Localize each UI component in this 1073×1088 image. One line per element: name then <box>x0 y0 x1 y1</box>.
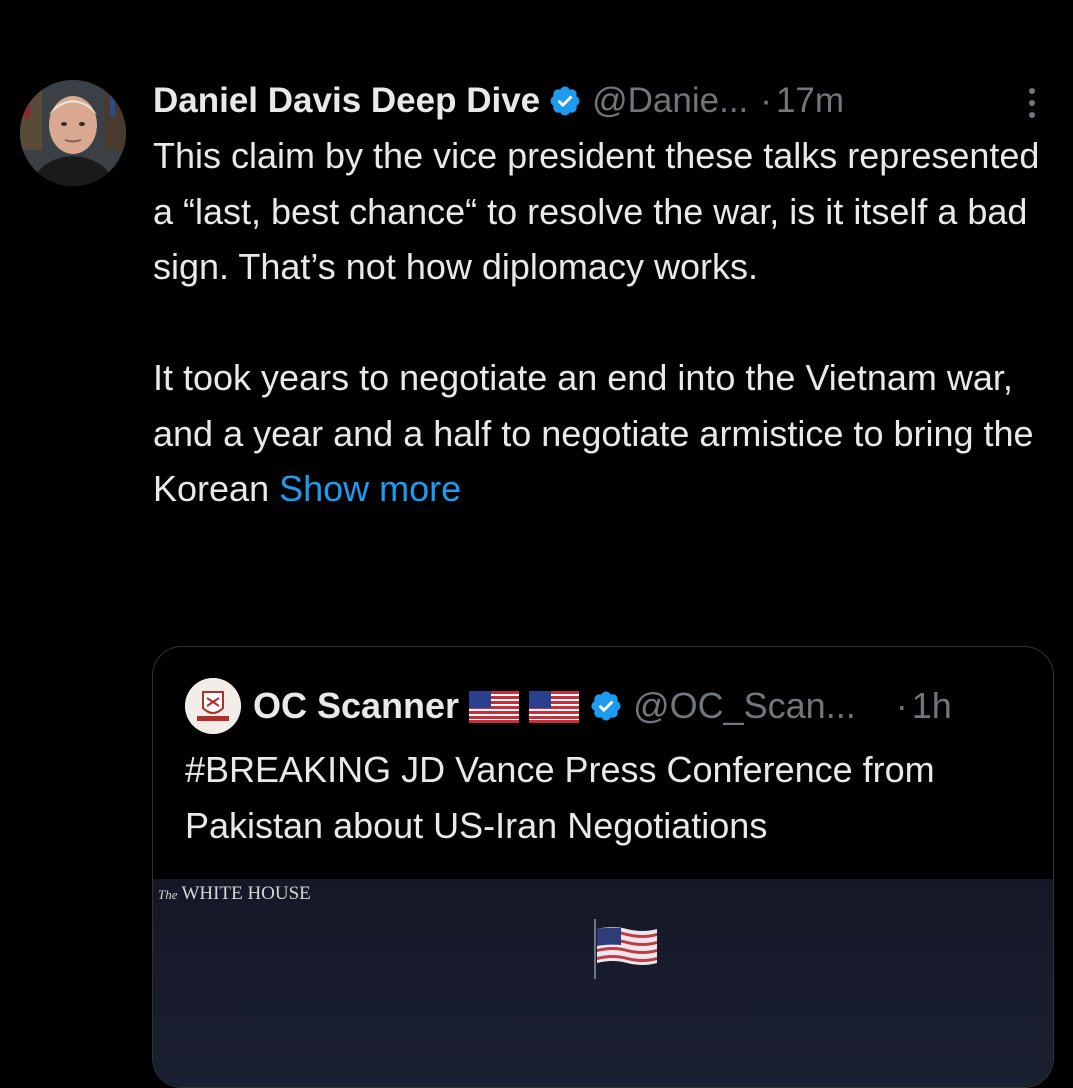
avatar[interactable] <box>20 80 126 186</box>
author-handle[interactable]: @Danie... <box>592 81 748 121</box>
show-more-link[interactable]: Show more <box>279 468 461 509</box>
timestamp[interactable]: 17m <box>776 81 844 121</box>
quoted-handle[interactable]: @OC_Scan... <box>633 685 856 727</box>
separator-dot: · <box>895 685 908 726</box>
quoted-tweet[interactable]: OC Scanner @OC_Scan... · 1h #BREAKING JD… <box>152 646 1054 1088</box>
us-flag-icon <box>593 923 659 969</box>
quoted-timestamp[interactable]: 1h <box>912 685 952 727</box>
quoted-avatar[interactable] <box>185 678 241 734</box>
verified-badge-icon <box>548 84 582 118</box>
avatar-photo <box>20 80 126 186</box>
verified-badge-icon <box>589 689 623 723</box>
quoted-tweet-header: OC Scanner @OC_Scan... · 1h <box>185 678 1045 734</box>
tweet-body: This claim by the vice president these t… <box>153 128 1043 517</box>
logo-text: WHITE HOUSE <box>181 883 311 904</box>
tweet[interactable]: Daniel Davis Deep Dive @Danie... · 17m T… <box>0 0 1073 1088</box>
author-display-name[interactable]: Daniel Davis Deep Dive <box>153 81 540 121</box>
us-flag-icon <box>529 690 580 723</box>
quoted-tweet-text: #BREAKING JD Vance Press Conference from… <box>185 749 935 846</box>
quoted-media[interactable]: The WHITE HOUSE <box>153 879 1053 1087</box>
tweet-header: Daniel Davis Deep Dive @Danie... · 17m <box>153 76 1053 126</box>
tweet-text: This claim by the vice president these t… <box>153 135 1040 509</box>
white-house-logo: The WHITE HOUSE <box>158 883 311 905</box>
separator-dot: · <box>760 81 772 120</box>
logo-the: The <box>158 887 178 902</box>
quoted-display-name[interactable]: OC Scanner <box>253 685 459 727</box>
more-options-icon[interactable] <box>1022 84 1042 122</box>
us-flag-icon <box>469 690 520 723</box>
